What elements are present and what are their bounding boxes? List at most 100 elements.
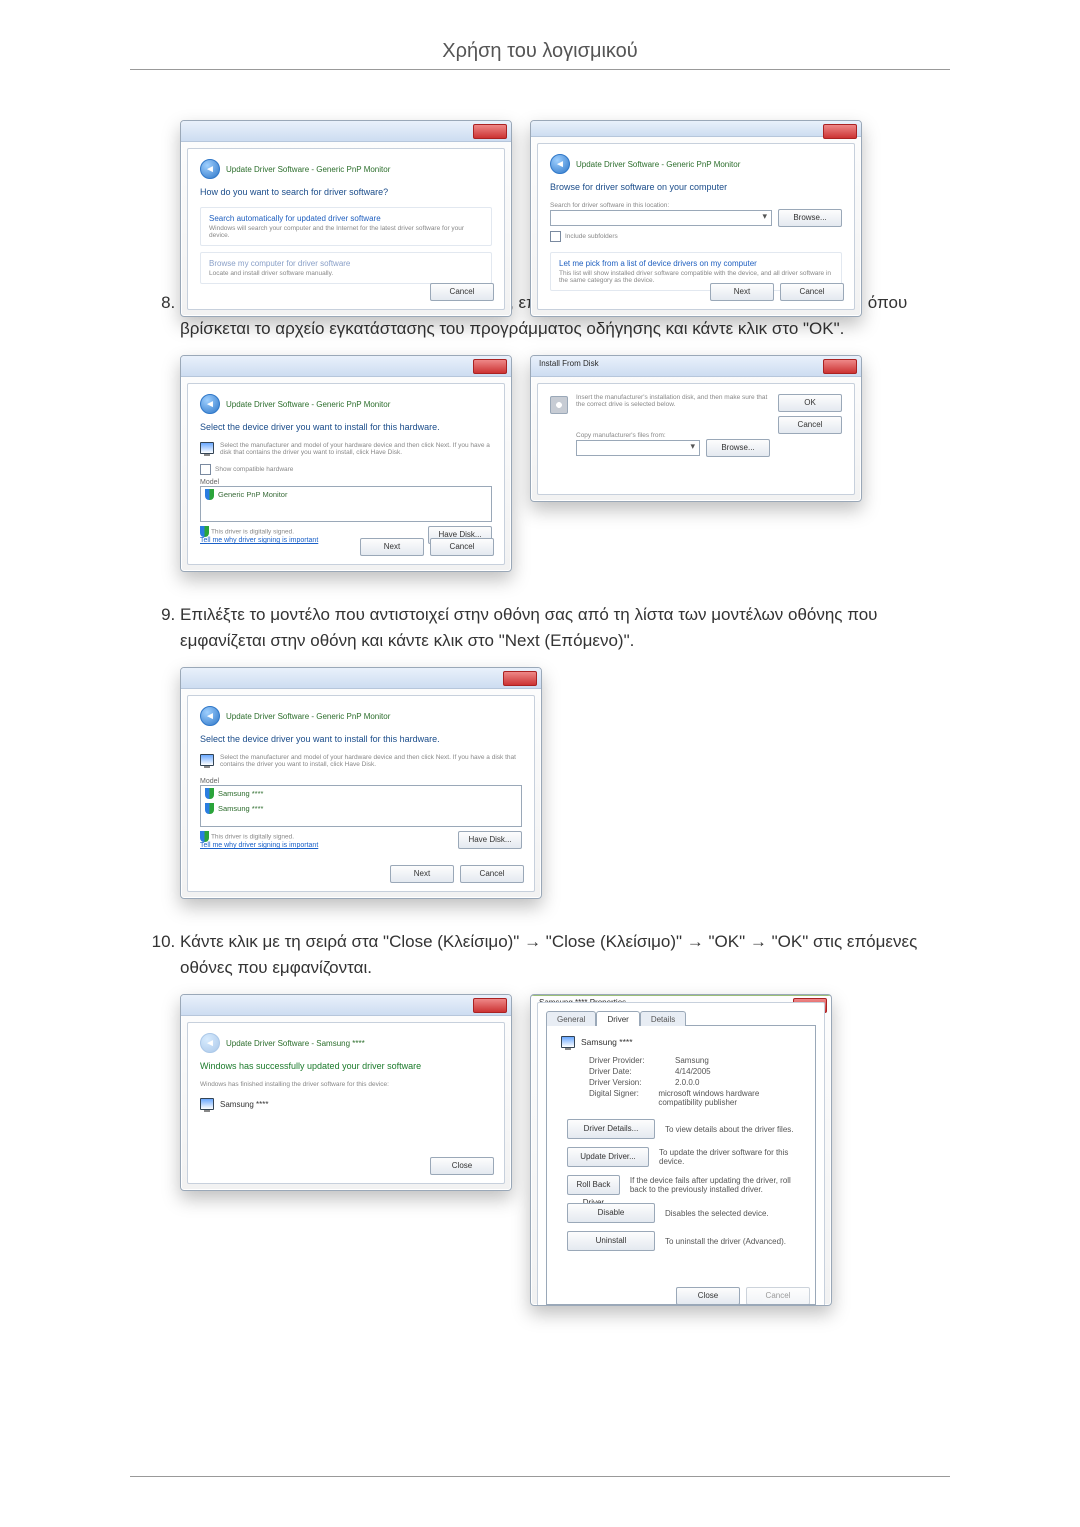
prop-version-key: Driver Version: — [589, 1078, 675, 1087]
monitor-icon — [200, 1098, 214, 1110]
location-combo[interactable] — [550, 210, 772, 226]
model-item[interactable]: Samsung **** — [218, 789, 263, 798]
tab-panel-driver: Samsung **** Driver Provider:Samsung Dri… — [546, 1025, 816, 1305]
browse-button[interactable]: Browse... — [706, 439, 770, 457]
wizard-desc: Select the manufacturer and model of you… — [220, 754, 522, 768]
title-underline — [130, 69, 950, 70]
close-icon[interactable] — [503, 671, 537, 686]
device-name: Samsung **** — [220, 1100, 268, 1109]
dialog-titlebar: Samsung **** Properties — [531, 995, 831, 996]
dialog-search-method: ◄ Update Driver Software - Generic PnP M… — [180, 120, 512, 317]
close-icon[interactable] — [823, 124, 857, 139]
tab-details[interactable]: Details — [640, 1011, 686, 1026]
dialog-device-properties: Samsung **** Properties General Driver D… — [530, 994, 832, 1306]
copy-from-combo[interactable] — [576, 440, 700, 456]
back-icon[interactable]: ◄ — [550, 154, 570, 174]
back-icon[interactable]: ◄ — [200, 159, 220, 179]
tab-general[interactable]: General — [546, 1011, 596, 1026]
dialog-titlebar — [181, 668, 541, 689]
browse-button[interactable]: Browse... — [778, 209, 842, 227]
cancel-button[interactable]: Cancel — [460, 865, 524, 883]
dialog-titlebar — [181, 995, 511, 1016]
option-title: Let me pick from a list of device driver… — [559, 259, 833, 268]
wizard-heading: Windows has successfully updated your dr… — [200, 1061, 492, 1071]
shield-icon — [205, 803, 214, 814]
show-compatible-checkbox[interactable]: Show compatible hardware — [200, 464, 492, 475]
close-button[interactable]: Close — [676, 1287, 740, 1305]
next-button[interactable]: Next — [360, 538, 424, 556]
update-driver-desc: To update the driver software for this d… — [659, 1148, 805, 1166]
model-item[interactable]: Samsung **** — [218, 804, 263, 813]
close-icon[interactable] — [473, 998, 507, 1013]
monitor-icon — [561, 1036, 575, 1048]
uninstall-desc: To uninstall the driver (Advanced). — [665, 1237, 786, 1246]
close-button[interactable]: Close — [430, 1157, 494, 1175]
rollback-driver-desc: If the device fails after updating the d… — [630, 1176, 805, 1194]
driver-signed-label: This driver is digitally signed. — [211, 528, 294, 535]
cancel-button: Cancel — [746, 1287, 810, 1305]
model-item[interactable]: Generic PnP Monitor — [218, 490, 287, 499]
next-button[interactable]: Next — [390, 865, 454, 883]
disk-icon — [550, 396, 568, 414]
driver-details-desc: To view details about the driver files. — [665, 1125, 794, 1134]
prop-date-key: Driver Date: — [589, 1067, 675, 1076]
option-title: Browse my computer for driver software — [209, 259, 483, 268]
ok-button[interactable]: OK — [778, 394, 842, 412]
cancel-button[interactable]: Cancel — [430, 283, 494, 301]
dialog-update-finished: ◄ Update Driver Software - Samsung **** … — [180, 994, 512, 1191]
tab-driver[interactable]: Driver — [596, 1011, 639, 1026]
rollback-driver-button[interactable]: Roll Back Driver — [567, 1175, 620, 1195]
section-title: Χρήση του λογισμικού — [130, 40, 950, 63]
back-icon[interactable]: ◄ — [200, 706, 220, 726]
option-search-auto[interactable]: Search automatically for updated driver … — [200, 207, 492, 246]
close-icon[interactable] — [473, 359, 507, 374]
back-icon[interactable]: ◄ — [200, 394, 220, 414]
monitor-icon — [200, 442, 214, 454]
wizard-heading: Select the device driver you want to ins… — [200, 422, 492, 432]
disable-button[interactable]: Disable — [567, 1203, 655, 1223]
include-subfolders-checkbox[interactable]: Include subfolders — [550, 231, 842, 242]
cancel-button[interactable]: Cancel — [430, 538, 494, 556]
dialog-titlebar — [181, 121, 511, 142]
update-driver-button[interactable]: Update Driver... — [567, 1147, 649, 1167]
disable-desc: Disables the selected device. — [665, 1209, 769, 1218]
step-9-text: Επιλέξτε το μοντέλο που αντιστοιχεί στην… — [180, 602, 950, 653]
signing-info-link[interactable]: Tell me why driver signing is important — [200, 842, 318, 849]
dialog-titlebar — [181, 356, 511, 377]
footer-underline — [130, 1476, 950, 1477]
wizard-heading: How do you want to search for driver sof… — [200, 187, 492, 197]
shield-icon — [205, 489, 214, 500]
install-disk-desc: Insert the manufacturer's installation d… — [576, 394, 770, 408]
breadcrumb: Update Driver Software - Generic PnP Mon… — [226, 712, 390, 721]
dialog-title: Install From Disk — [539, 359, 599, 368]
have-disk-button[interactable]: Have Disk... — [458, 831, 522, 849]
dialog-titlebar — [531, 121, 861, 137]
model-header: Model — [200, 778, 522, 785]
shield-icon — [200, 526, 209, 537]
option-desc: Locate and install driver software manua… — [209, 270, 483, 277]
prop-signer-val: microsoft windows hardware compatibility… — [658, 1089, 805, 1107]
cancel-button[interactable]: Cancel — [780, 283, 844, 301]
driver-details-button[interactable]: Driver Details... — [567, 1119, 655, 1139]
wizard-desc: Select the manufacturer and model of you… — [220, 442, 492, 456]
option-browse-computer[interactable]: Browse my computer for driver software L… — [200, 252, 492, 284]
close-icon[interactable] — [823, 359, 857, 374]
copy-from-label: Copy manufacturer's files from: — [576, 432, 770, 439]
model-header: Model — [200, 479, 492, 486]
monitor-icon — [200, 754, 214, 766]
breadcrumb: Update Driver Software - Generic PnP Mon… — [576, 160, 740, 169]
next-button[interactable]: Next — [710, 283, 774, 301]
close-icon[interactable] — [473, 124, 507, 139]
wizard-heading: Select the device driver you want to ins… — [200, 734, 522, 744]
device-name: Samsung **** — [581, 1037, 633, 1047]
prop-version-val: 2.0.0.0 — [675, 1078, 699, 1087]
uninstall-button[interactable]: Uninstall — [567, 1231, 655, 1251]
model-list[interactable]: Samsung **** Samsung **** — [200, 785, 522, 827]
signing-info-link[interactable]: Tell me why driver signing is important — [200, 537, 318, 544]
dialog-select-driver-generic: ◄ Update Driver Software - Generic PnP M… — [180, 355, 512, 572]
model-list[interactable]: Generic PnP Monitor — [200, 486, 492, 522]
prop-provider-key: Driver Provider: — [589, 1056, 675, 1065]
wizard-heading: Browse for driver software on your compu… — [550, 182, 842, 192]
cancel-button[interactable]: Cancel — [778, 416, 842, 434]
step-10-text: Κάντε κλικ με τη σειρά στα "Close (Κλείσ… — [180, 929, 950, 980]
